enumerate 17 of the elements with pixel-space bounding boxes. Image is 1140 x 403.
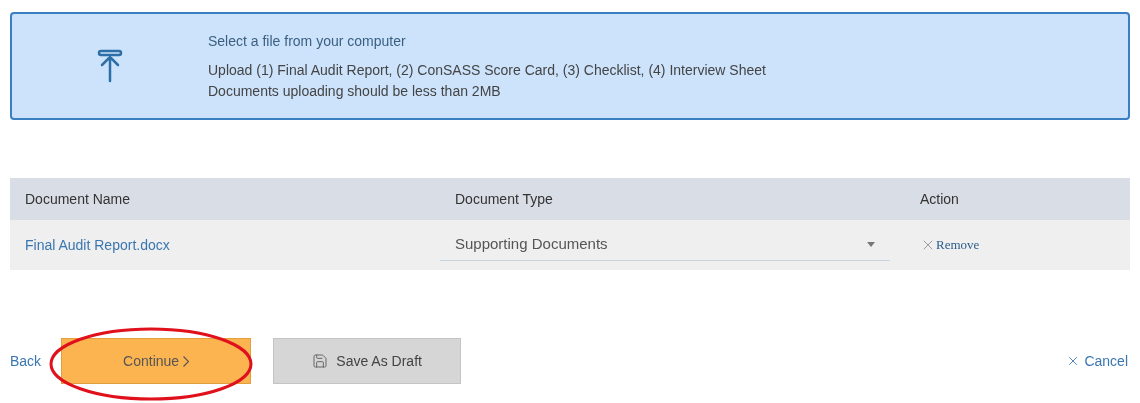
save-draft-button[interactable]: Save As Draft — [273, 338, 462, 384]
caret-icon — [867, 242, 875, 247]
back-link[interactable]: Back — [10, 350, 42, 372]
column-header: Document Name — [24, 189, 132, 209]
cancel-link[interactable]: Cancel — [1066, 350, 1128, 372]
upload-panel[interactable]: Select a file from your computer Upload (1) Final Audit Report, (2) ConSASS Score Card, (3) Checklist, (4) Interview Sheet Documents uploading should be less than 2MB — [10, 12, 1130, 120]
upload-title: Select a file from your computer — [208, 31, 407, 51]
document-type-dropdown[interactable]: Supporting Documents — [440, 229, 890, 261]
column-header: Document Type — [454, 189, 554, 209]
upload-instruction: Documents uploading should be less than 2MB — [208, 81, 502, 101]
upload-instruction: Upload (1) Final Audit Report, (2) ConSASS Score Card, (3) Checklist, (4) Interview Sheet — [208, 60, 766, 80]
remove-button[interactable]: Remove — [905, 235, 980, 255]
upload-icon — [97, 49, 123, 83]
document-name-link[interactable]: Final Audit Report.docx — [10, 234, 440, 256]
continue-button[interactable]: Continue — [61, 338, 252, 384]
chevron-icon — [183, 355, 190, 367]
column-header: Action — [919, 189, 959, 209]
